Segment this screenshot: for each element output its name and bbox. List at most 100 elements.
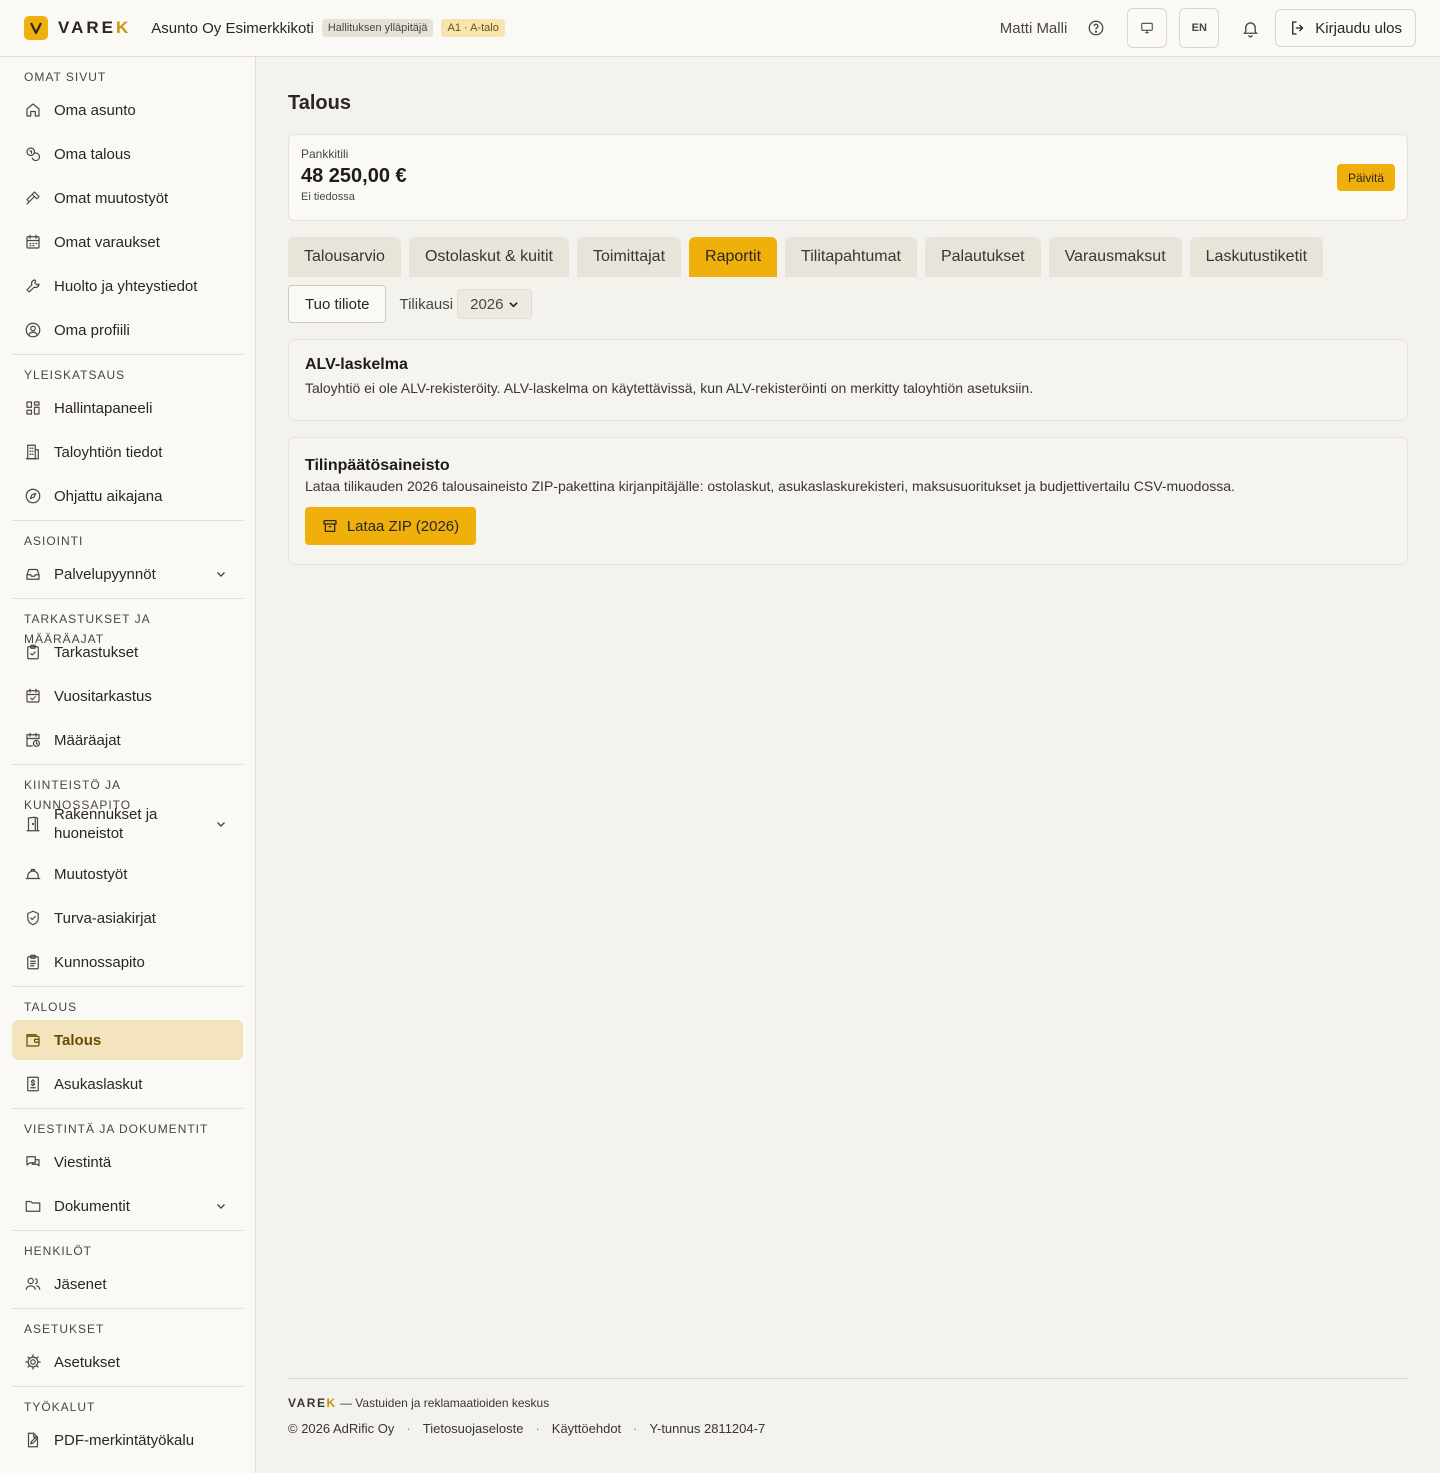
sidebar-item-muutostyot[interactable]: Muutostyöt [12, 854, 243, 894]
sidebar-section-title: ASIOINTI [24, 534, 84, 548]
terms-link[interactable]: Käyttöehdot [552, 1421, 621, 1436]
sidebar-item-vuositarkastus[interactable]: Vuositarkastus [12, 676, 243, 716]
tab-varausmaksut[interactable]: Varausmaksut [1048, 237, 1182, 277]
sidebar-section-title: TARKASTUKSET JA MÄÄRÄAJAT [24, 612, 150, 646]
user-name[interactable]: Matti Malli [1000, 20, 1068, 37]
sidebar-divider [12, 1230, 243, 1231]
sidebar-item-oma-profiili[interactable]: Oma profiili [12, 310, 243, 350]
sidebar-item-hallintapaneeli[interactable]: Hallintapaneeli [12, 388, 243, 428]
help-icon[interactable] [1085, 17, 1107, 39]
separator: · [406, 1421, 411, 1436]
chat-icon [26, 1156, 40, 1167]
logo-text[interactable]: VAREK [58, 18, 131, 38]
sidebar-item-asetukset[interactable]: Asetukset [12, 1342, 243, 1382]
sidebar-item-label: Oma talous [54, 145, 131, 163]
sidebar-item-label: Huolto ja yhteystiedot [54, 277, 198, 295]
sidebar-item-omat-varaukset[interactable]: Omat varaukset [12, 222, 243, 262]
fiscal-period-label: Tilikausi [399, 295, 454, 313]
tab-tilitapahtumat[interactable]: Tilitapahtumat [785, 237, 917, 277]
sidebar-item-palvelupyynnot[interactable]: Palvelupyynnöt [12, 554, 243, 594]
sidebar-item-label: Rakennukset ja huoneistot [54, 806, 158, 842]
clipboard-list-icon [27, 954, 39, 970]
sidebar-item-taloyhtion-tiedot[interactable]: Taloyhtiön tiedot [12, 432, 243, 472]
sidebar-section-title: VIESTINTÄ JA DOKUMENTIT [24, 1122, 209, 1136]
display-mode-button[interactable] [1127, 8, 1168, 48]
sidebar-item-viestinta[interactable]: Viestintä [12, 1142, 243, 1182]
logout-icon [1292, 21, 1304, 35]
closing-material-card: Tilinpäätösaineisto Lataa tilikauden 202… [288, 437, 1408, 565]
monitor-icon [1141, 22, 1154, 34]
bank-status: Ei tiedossa [301, 191, 355, 203]
wallet-icon [26, 1034, 40, 1047]
sidebar-item-label: Vuositarkastus [54, 687, 152, 705]
business-id: Y-tunnus 2811204-7 [649, 1421, 766, 1436]
dashboard-icon [26, 401, 40, 415]
sidebar-section-title: OMAT SIVUT [24, 70, 107, 84]
chevron-down-icon [217, 572, 225, 577]
sidebar-item-label: Asetukset [54, 1353, 120, 1371]
notifications-bell-icon[interactable] [1239, 17, 1261, 39]
closing-material-title: Tilinpäätösaineisto [305, 457, 450, 474]
chevron-down-icon [509, 301, 518, 308]
import-statement-button[interactable]: Tuo tiliote [288, 285, 387, 323]
sidebar-item-maaraajat[interactable]: Määräajat [12, 720, 243, 760]
sidebar-item-label: Jäsenet [54, 1275, 107, 1293]
footer-links: © 2026 AdRific Oy · Tietosuojaseloste · … [288, 1421, 1408, 1436]
logout-button[interactable]: Kirjaudu ulos [1275, 9, 1416, 47]
sidebar-item-oma-asunto[interactable]: Oma asunto [12, 90, 243, 130]
sidebar-item-label: Omat varaukset [54, 233, 160, 251]
sidebar-item-label: Tarkastukset [54, 643, 139, 661]
tab-raportit[interactable]: Raportit [689, 237, 778, 277]
sidebar-item-huolto-ja-yhteystiedot[interactable]: Huolto ja yhteystiedot [12, 266, 243, 306]
sidebar-item-omat-muutostyot[interactable]: Omat muutostyöt [12, 178, 243, 218]
sidebar-item-asukaslaskut[interactable]: Asukaslaskut [12, 1064, 243, 1104]
unit-badge: A1 · A-talo [441, 19, 505, 37]
sidebar-item-label: PDF-merkintätyökalu [54, 1431, 195, 1449]
sidebar-item-oma-talous[interactable]: Oma talous [12, 134, 243, 174]
sidebar-item-talous[interactable]: Talous [12, 1020, 243, 1060]
sidebar-item-ohjattu-aikajana[interactable]: Ohjattu aikajana [12, 476, 243, 516]
tab-ostolaskut-kuitit[interactable]: Ostolaskut & kuitit [408, 237, 569, 277]
privacy-link[interactable]: Tietosuojaseloste [423, 1421, 524, 1436]
sidebar-item-kunnossapito[interactable]: Kunnossapito [12, 942, 243, 982]
tab-laskutustiketit[interactable]: Laskutustiketit [1189, 237, 1324, 277]
chevron-down-icon [217, 1204, 225, 1209]
tab-palautukset[interactable]: Palautukset [924, 237, 1041, 277]
sidebar-item-label: Hallintapaneeli [54, 399, 153, 417]
sidebar-item-pdf-merkintatyokalu[interactable]: PDF-merkintätyökalu [12, 1420, 243, 1460]
download-zip-button[interactable]: Lataa ZIP (2026) [305, 507, 476, 545]
footer-copyright: © 2026 AdRific Oy [288, 1421, 395, 1436]
tab-talousarvio[interactable]: Talousarvio [288, 237, 401, 277]
sidebar-item-label: Oma asunto [54, 101, 136, 119]
file-pen-icon [27, 1432, 39, 1448]
report-toolbar: Tuo tiliote Tilikausi 2026 [288, 285, 1408, 323]
language-button[interactable]: EN [1179, 8, 1220, 48]
user-circle-icon [25, 322, 41, 338]
wrench-icon [26, 279, 40, 293]
users-icon [25, 1277, 41, 1290]
separator: · [633, 1421, 638, 1436]
compass-icon [25, 488, 41, 504]
refresh-button[interactable]: Päivitä [1336, 164, 1395, 191]
top-bar: VAREK Asunto Oy Esimerkkikoti Hallitukse… [0, 0, 1440, 57]
tab-toimittajat[interactable]: Toimittajat [576, 237, 682, 277]
bank-balance: 48 250,00 € [301, 165, 407, 187]
sidebar-divider [12, 764, 243, 765]
archive-icon [323, 520, 337, 532]
logo-mark[interactable] [24, 16, 48, 40]
chevron-down-icon [217, 822, 225, 827]
role-badge: Hallituksen ylläpitäjä [321, 19, 434, 37]
sidebar-item-label: Palvelupyynnöt [54, 565, 156, 583]
building-icon [25, 444, 39, 460]
fiscal-period-select[interactable]: 2026 [457, 289, 533, 319]
sidebar-item-turva-asiakirjat[interactable]: Turva-asiakirjat [12, 898, 243, 938]
vat-report-text: Taloyhtiö ei ole ALV-rekisteröity. ALV-l… [305, 380, 1034, 396]
sidebar-item-jasenet[interactable]: Jäsenet [12, 1264, 243, 1304]
sidebar-divider [12, 986, 243, 987]
vat-report-card: ALV-laskelma Taloyhtiö ei ole ALV-rekist… [288, 339, 1408, 421]
sidebar-item-label: Dokumentit [54, 1197, 130, 1215]
sidebar-section-title: TYÖKALUT [24, 1400, 96, 1414]
receipt-icon [27, 1076, 39, 1092]
main-content: Talous Pankkitili 48 250,00 € Ei tiedoss… [256, 57, 1440, 565]
sidebar-item-dokumentit[interactable]: Dokumentit [12, 1186, 243, 1226]
